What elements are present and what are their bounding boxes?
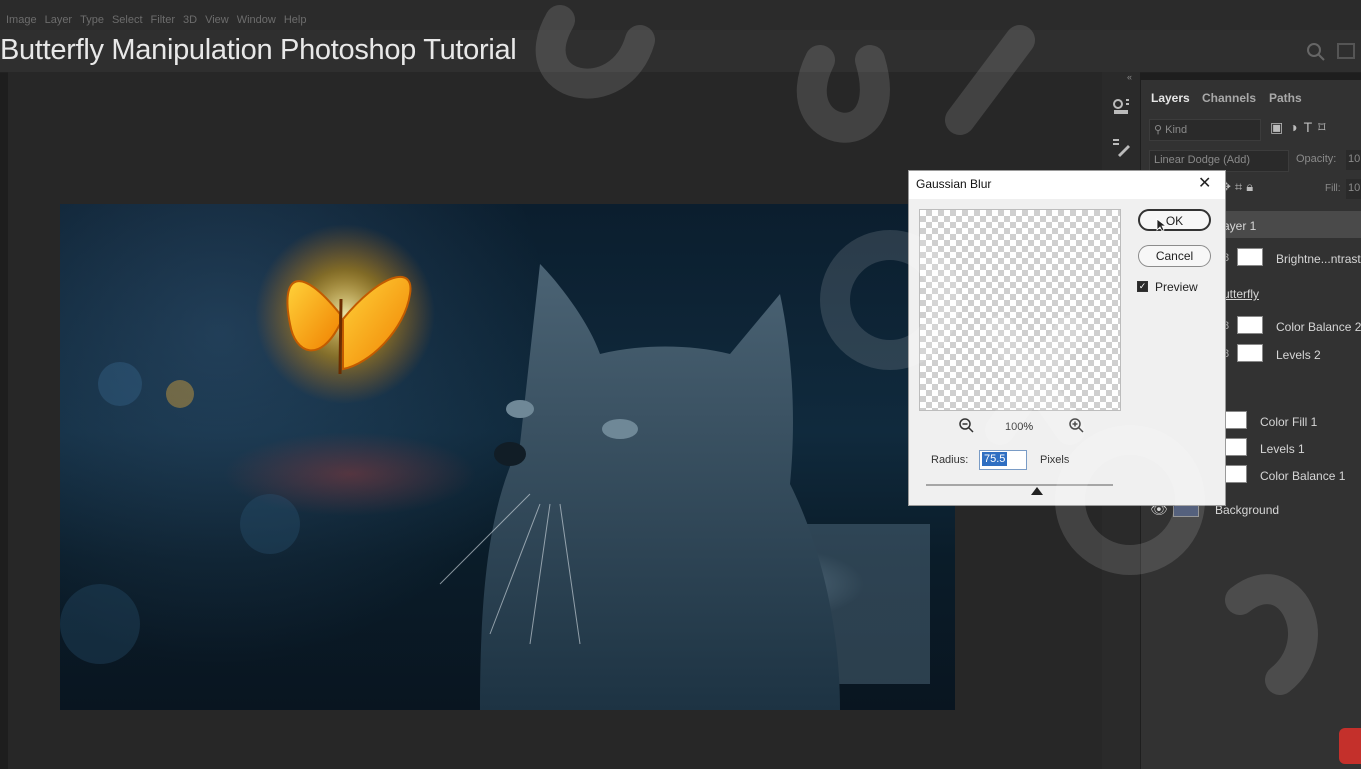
ok-button[interactable]: OK [1138,209,1211,231]
slider-thumb[interactable] [1031,487,1043,495]
layer-mask-thumbnail [1237,316,1263,334]
blend-mode-select[interactable]: Linear Dodge (Add) [1149,150,1289,172]
subscribe-badge[interactable] [1339,728,1361,764]
menu-view[interactable]: View [205,14,229,26]
menu-help[interactable]: Help [284,14,307,26]
close-icon[interactable]: ✕ [1198,173,1211,193]
opacity-input[interactable]: 10 [1346,150,1361,170]
menu-3d[interactable]: 3D [183,14,197,26]
layer-filter-icons[interactable]: ▣◑T⌑ [1270,119,1331,136]
layer-name: Brightne...ntrast [1276,252,1361,266]
cancel-button[interactable]: Cancel [1138,245,1211,267]
layer-mask-thumbnail [1237,248,1263,266]
zoom-out-icon[interactable] [958,417,974,433]
tab-paths[interactable]: Paths [1269,91,1302,105]
brush-settings-icon[interactable] [1110,136,1132,158]
search-icon[interactable] [1306,42,1326,62]
kind-label: Kind [1165,124,1188,136]
menu-layer[interactable]: Layer [45,14,73,26]
layer-name: Color Balance 1 [1260,469,1346,483]
collapse-icon[interactable]: « [1127,72,1132,82]
preview-checkbox[interactable]: ✓ [1137,281,1148,292]
zoom-in-icon[interactable] [1068,417,1084,433]
layer-name: Levels 1 [1260,442,1305,456]
menu-type[interactable]: Type [80,14,104,26]
radius-label: Radius: [931,454,969,466]
menu-image[interactable]: Image [6,14,37,26]
cursor-icon [1156,218,1168,232]
blur-preview[interactable] [919,209,1121,411]
layer-mask-thumbnail [1237,344,1263,362]
kind-filter-select[interactable]: ⚲ Kind [1149,119,1261,141]
tab-layers[interactable]: Layers [1151,91,1190,105]
search-icon: ⚲ [1154,124,1166,136]
layer-name: ayer 1 [1223,219,1257,233]
fill-input[interactable]: 10 [1346,179,1361,199]
fill-label: Fill: [1325,183,1341,194]
menu-filter[interactable]: Filter [151,14,175,26]
workspace-icon[interactable] [1337,43,1355,59]
zoom-level: 100% [1005,421,1034,433]
dialog-title: Gaussian Blur [916,177,992,191]
layer-name: utterfly [1223,287,1260,301]
layer-name: Levels 2 [1276,348,1321,362]
cat-butterfly-image [60,224,930,710]
document-canvas[interactable] [60,204,955,710]
layer-name: Color Balance 2 [1276,320,1361,334]
tab-channels[interactable]: Channels [1202,91,1256,105]
properties-icon[interactable] [1110,96,1132,118]
menu-window[interactable]: Window [237,14,276,26]
menu-select[interactable]: Select [112,14,143,26]
preview-label: Preview [1155,280,1198,294]
radius-value: 75.5 [982,452,1008,466]
menu-items: Image Layer Type Select Filter 3D View W… [6,14,306,26]
units-label: Pixels [1040,454,1070,466]
opacity-label: Opacity: [1296,153,1337,165]
layer-name: Color Fill 1 [1260,415,1318,429]
tutorial-title: Butterfly Manipulation Photoshop Tutoria… [0,34,517,66]
radius-slider[interactable] [926,484,1113,486]
